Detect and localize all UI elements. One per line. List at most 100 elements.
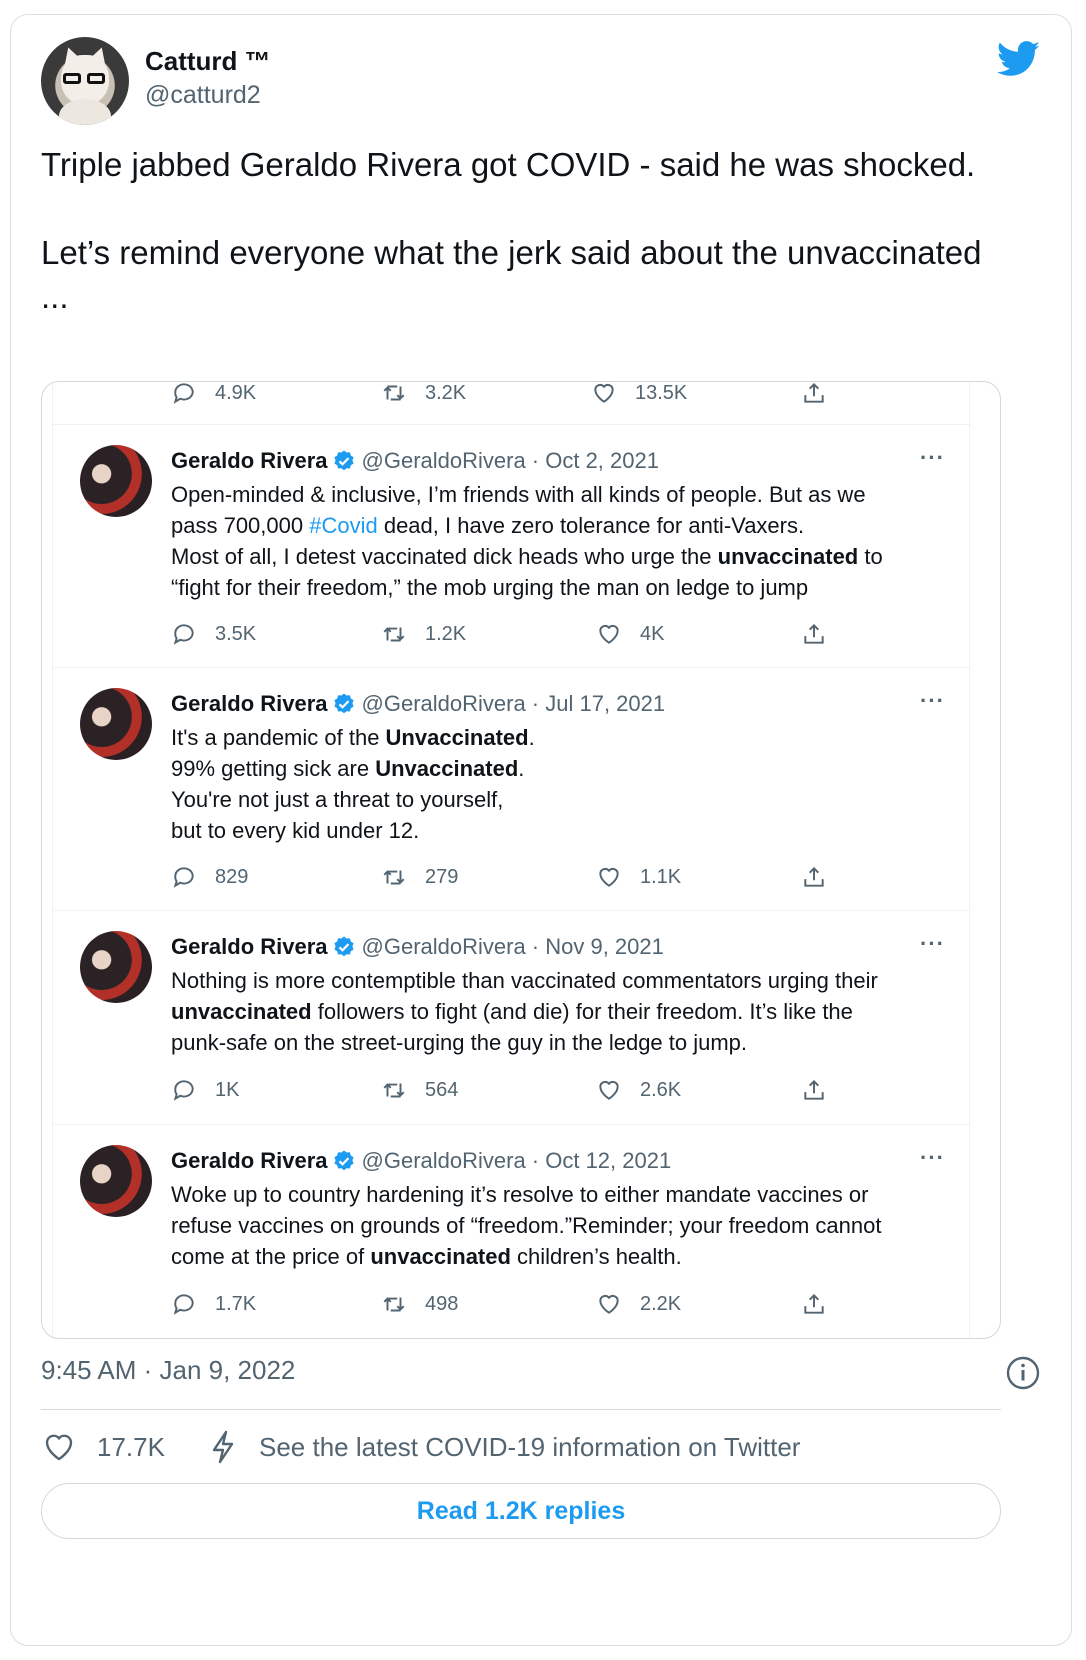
text-segment: children’s health. — [510, 1244, 682, 1269]
like-count: 17.7K — [97, 1431, 165, 1462]
share-icon — [804, 623, 824, 644]
embedded-tweet-text: Nothing is more contemptible than vaccin… — [171, 965, 941, 1058]
author-avatar[interactable] — [41, 37, 129, 125]
embedded-avatar[interactable] — [80, 445, 152, 517]
share-icon — [804, 1293, 824, 1314]
bold-term: unvaccinated — [171, 999, 312, 1024]
embedded-tweet-header: Geraldo Rivera @GeraldoRivera · Oct 12, 2… — [171, 1147, 671, 1175]
read-replies-button[interactable]: Read 1.2K replies — [41, 1483, 1001, 1539]
tweet-line: unvaccinated followers to fight (and die… — [171, 996, 941, 1027]
text-segment: followers to fight (and die) for their f… — [311, 999, 853, 1024]
tweet-line: but to every kid under 12. — [171, 815, 941, 846]
heart-icon — [45, 1434, 73, 1461]
tweet-line: pass 700,000 #Covid dead, I have zero to… — [171, 510, 941, 541]
embedded-actions: 1.7K 498 2.2K — [171, 1289, 831, 1319]
tweet-line: It's a pandemic of the Unvaccinated. — [171, 722, 941, 753]
retweet-count: 3.2K — [425, 381, 467, 404]
embedded-handle-date[interactable]: @GeraldoRivera · Jul 17, 2021 — [362, 691, 666, 716]
heart-icon — [594, 383, 614, 403]
verified-badge-icon — [333, 693, 354, 714]
share-action[interactable] — [801, 619, 827, 649]
reply-bubble-icon — [173, 1080, 194, 1101]
verified-badge-icon — [333, 1150, 354, 1171]
covid-info-link[interactable]: See the latest COVID-19 information on T… — [207, 1427, 800, 1467]
embedded-tweet[interactable]: Geraldo Rivera @GeraldoRivera · Jul 17, 2… — [53, 667, 971, 910]
more-options-icon[interactable]: ··· — [920, 688, 945, 714]
retweet-action[interactable]: 1.2K — [381, 619, 466, 649]
share-action[interactable] — [801, 1289, 827, 1319]
heart-icon — [599, 1294, 619, 1314]
embedded-avatar[interactable] — [80, 1145, 152, 1217]
share-action[interactable] — [801, 1075, 827, 1105]
like-action[interactable]: 4K — [596, 619, 664, 649]
retweet-action[interactable]: 3.2K — [381, 381, 467, 408]
embedded-top-actions: 4.9K 3.2K 13.5K — [171, 381, 831, 408]
bold-term: unvaccinated — [717, 544, 859, 569]
embedded-tweet-text: It's a pandemic of the Unvaccinated. 99% … — [171, 722, 941, 846]
like-count: 2.2K — [640, 1292, 682, 1315]
heart-icon — [599, 624, 619, 644]
embedded-handle-date[interactable]: @GeraldoRivera · Oct 12, 2021 — [362, 1148, 672, 1173]
retweet-action[interactable]: 564 — [381, 1075, 458, 1105]
embedded-tweet[interactable]: Geraldo Rivera @GeraldoRivera · Oct 12, 2… — [53, 1124, 971, 1338]
info-icon[interactable] — [1005, 1355, 1041, 1391]
embedded-handle-date[interactable]: @GeraldoRivera · Oct 2, 2021 — [362, 448, 659, 473]
reply-action[interactable]: 829 — [171, 862, 248, 892]
embedded-screenshot: 4.9K 3.2K 13.5K Geraldo Rivera @GeraldoRi… — [41, 381, 1001, 1339]
hashtag-link[interactable]: #Covid — [309, 513, 377, 538]
text-segment: but to every kid under 12. — [171, 818, 420, 843]
embedded-tweet-text: Woke up to country hardening it’s resolv… — [171, 1179, 941, 1272]
text-segment: You're not just a threat to yourself, — [171, 787, 504, 812]
embedded-tweet[interactable]: Geraldo Rivera @GeraldoRivera · Nov 9, 20… — [53, 910, 971, 1124]
tweet-line: Woke up to country hardening it’s resolv… — [171, 1179, 941, 1210]
share-action[interactable] — [801, 382, 827, 408]
reply-action[interactable]: 1.7K — [171, 1289, 256, 1319]
embedded-display-name[interactable]: Geraldo Rivera — [171, 1148, 328, 1173]
author-display-name[interactable]: Catturd ™ — [145, 45, 271, 77]
more-options-icon[interactable]: ··· — [920, 445, 945, 471]
bold-term: unvaccinated — [370, 1244, 511, 1269]
author-info[interactable]: Catturd ™ @catturd2 — [145, 45, 271, 111]
like-count: 4K — [640, 622, 665, 645]
retweet-count: 564 — [425, 1078, 459, 1101]
embedded-tweet-text: Open-minded & inclusive, I’m friends wit… — [171, 479, 941, 603]
like-action[interactable]: 2.6K — [596, 1075, 681, 1105]
embedded-display-name[interactable]: Geraldo Rivera — [171, 448, 328, 473]
embedded-actions: 3.5K 1.2K 4K — [171, 619, 831, 649]
like-action[interactable]: 13.5K — [591, 382, 687, 408]
embedded-display-name[interactable]: Geraldo Rivera — [171, 934, 328, 959]
covid-info-text: See the latest COVID-19 information on T… — [259, 1431, 801, 1462]
text-segment: dead, I have zero tolerance for anti-Vax… — [377, 513, 805, 538]
embedded-display-name[interactable]: Geraldo Rivera — [171, 691, 328, 716]
text-segment: Nothing is more contemptible than vaccin… — [171, 968, 878, 993]
embedded-timeline: 4.9K 3.2K 13.5K Geraldo Rivera @GeraldoRi… — [52, 381, 971, 1338]
more-options-icon[interactable]: ··· — [920, 931, 945, 957]
share-icon — [804, 866, 824, 887]
tweet-line: You're not just a threat to yourself, — [171, 784, 941, 815]
embedded-handle-date[interactable]: @GeraldoRivera · Nov 9, 2021 — [362, 934, 664, 959]
text-segment: punk-safe on the street-urging the guy i… — [171, 1030, 748, 1055]
reply-action[interactable]: 4.9K — [171, 382, 256, 408]
text-segment: . — [518, 756, 525, 781]
reply-action[interactable]: 3.5K — [171, 619, 256, 649]
embedded-avatar[interactable] — [80, 931, 152, 1003]
text-segment: come at the price of — [171, 1244, 371, 1269]
reply-count: 1K — [215, 1078, 240, 1101]
tweet-line: Open-minded & inclusive, I’m friends wit… — [171, 479, 941, 510]
text-segment: It's a pandemic of the — [171, 725, 386, 750]
like-action[interactable]: 1.1K — [596, 862, 681, 892]
more-options-icon[interactable]: ··· — [920, 1145, 945, 1171]
embedded-tweet[interactable]: Geraldo Rivera @GeraldoRivera · Oct 2, 20… — [53, 424, 971, 667]
like-count: 1.1K — [640, 865, 682, 888]
like-action[interactable]: 2.2K — [596, 1289, 681, 1319]
reply-bubble-icon — [173, 383, 194, 404]
retweet-action[interactable]: 279 — [381, 862, 458, 892]
embedded-avatar[interactable] — [80, 688, 152, 760]
share-action[interactable] — [801, 862, 827, 892]
retweet-action[interactable]: 498 — [381, 1289, 458, 1319]
author-handle[interactable]: @catturd2 — [145, 79, 271, 111]
tweet-timestamp[interactable]: 9:45 AM · Jan 9, 2022 — [41, 1355, 295, 1386]
like-button[interactable]: 17.7K — [41, 1427, 165, 1467]
twitter-bird-icon[interactable] — [997, 41, 1041, 77]
reply-action[interactable]: 1K — [171, 1075, 239, 1105]
